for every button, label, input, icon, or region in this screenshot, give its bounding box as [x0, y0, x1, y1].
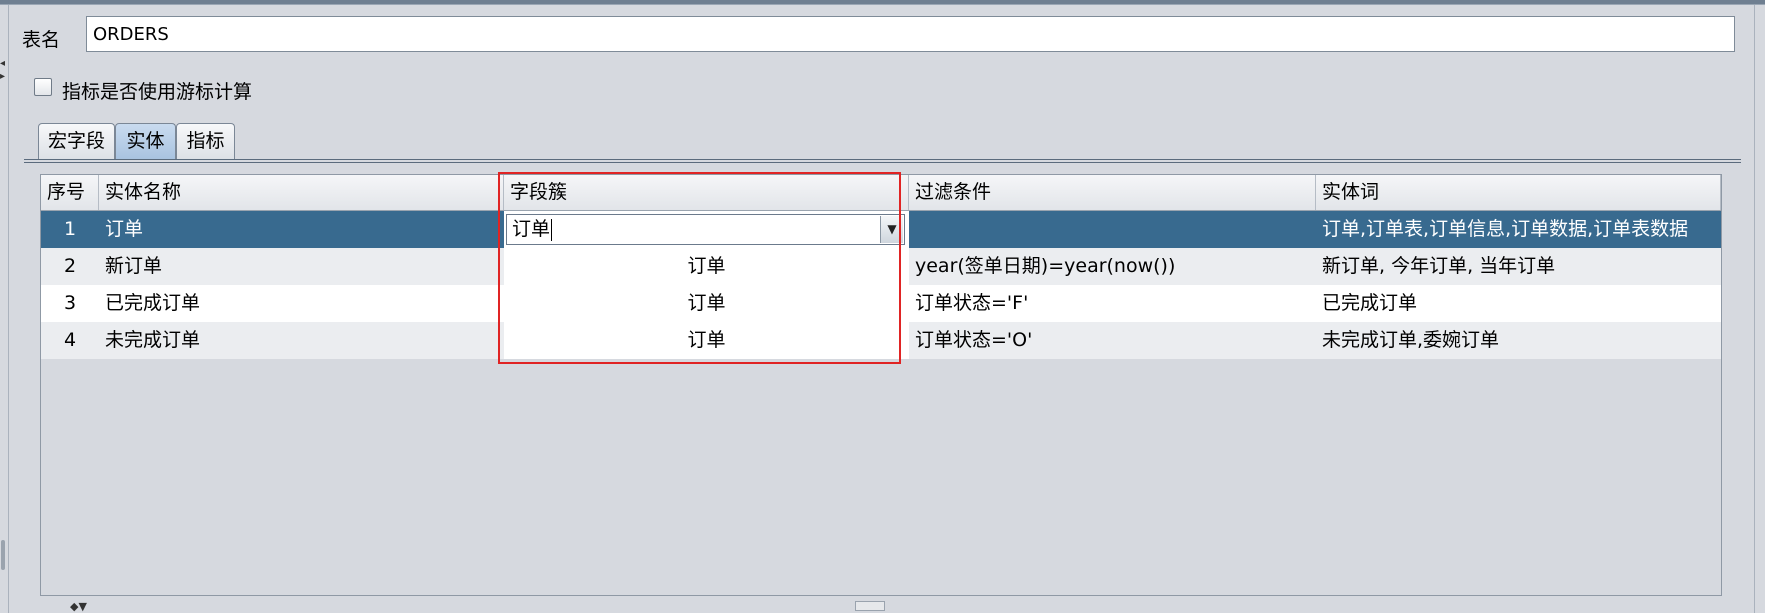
triangle-down-icon[interactable]: ▼ — [880, 216, 903, 243]
tab-metric[interactable]: 指标 — [176, 123, 235, 159]
tab-bar-divider — [24, 159, 1741, 160]
combobox-value[interactable]: 订单 — [512, 215, 553, 244]
row-index: 1 — [63, 218, 77, 240]
filter-cell[interactable] — [909, 211, 1316, 248]
entity-words-cell[interactable]: 新订单, 今年订单, 当年订单 — [1316, 248, 1721, 285]
table-row[interactable]: 1 订单 订单 ▼ 订单,订单表,订单信息,订单数据,订单表数据 — [41, 211, 1721, 248]
entity-words-cell[interactable]: 未完成订单,委婉订单 — [1316, 322, 1721, 359]
filter-cell[interactable]: 订单状态='O' — [909, 322, 1316, 359]
column-header-index[interactable]: 序号 — [41, 175, 99, 210]
field-cluster-cell[interactable]: 订单 — [504, 248, 909, 285]
tab-macro-fields[interactable]: 宏字段 — [38, 123, 115, 159]
table-header: 序号 实体名称 字段簇 过滤条件 实体词 — [41, 175, 1721, 211]
tab-bar-divider-lower — [24, 162, 1741, 163]
cursor-calc-checkbox[interactable] — [34, 78, 52, 96]
entity-name-cell[interactable]: 未完成订单 — [99, 322, 504, 359]
filter-cell[interactable]: 订单状态='F' — [909, 285, 1316, 322]
entity-table[interactable]: 序号 实体名称 字段簇 过滤条件 实体词 1 订单 订单 ▼ 订单,订单表,订单… — [40, 174, 1722, 596]
row-index: 4 — [63, 329, 77, 351]
window-top-border-inner — [0, 4, 1765, 5]
table-row[interactable]: 2 新订单 订单 year(签单日期)=year(now()) 新订单, 今年订… — [41, 248, 1721, 285]
field-cluster-cell[interactable]: 订单 — [504, 285, 909, 322]
entity-words-cell[interactable]: 已完成订单 — [1316, 285, 1721, 322]
left-panel-edge — [8, 5, 9, 613]
field-cluster-cell[interactable]: 订单 — [504, 322, 909, 359]
collapse-arrows-icon[interactable]: ◂ ▸ — [0, 57, 8, 83]
entity-words-cell[interactable]: 订单,订单表,订单信息,订单数据,订单表数据 — [1316, 211, 1721, 248]
column-header-field-cluster[interactable]: 字段簇 — [504, 175, 909, 210]
cursor-calc-label: 指标是否使用游标计算 — [62, 81, 253, 103]
table-name-label: 表名 — [22, 29, 61, 51]
table-row[interactable]: 3 已完成订单 订单 订单状态='F' 已完成订单 — [41, 285, 1721, 322]
entity-name-cell[interactable]: 已完成订单 — [99, 285, 504, 322]
column-header-entity-words[interactable]: 实体词 — [1316, 175, 1721, 210]
row-index: 2 — [63, 255, 77, 277]
right-panel-edge — [1754, 5, 1755, 613]
column-header-entity-name[interactable]: 实体名称 — [99, 175, 504, 210]
entity-name-cell[interactable]: 新订单 — [99, 248, 504, 285]
table-row[interactable]: 4 未完成订单 订单 订单状态='O' 未完成订单,委婉订单 — [41, 322, 1721, 359]
bottom-splitter-handle[interactable] — [855, 601, 885, 611]
splitter-grip[interactable] — [1, 540, 5, 570]
column-header-filter[interactable]: 过滤条件 — [909, 175, 1316, 210]
resize-arrows-icon[interactable]: ◆▼ — [70, 600, 87, 613]
entity-name-cell[interactable]: 订单 — [99, 211, 504, 248]
tab-entity[interactable]: 实体 — [115, 123, 176, 159]
filter-cell[interactable]: year(签单日期)=year(now()) — [909, 248, 1316, 285]
table-name-input[interactable] — [86, 16, 1735, 52]
row-index: 3 — [63, 292, 77, 314]
field-cluster-combobox[interactable]: 订单 ▼ — [506, 214, 905, 245]
